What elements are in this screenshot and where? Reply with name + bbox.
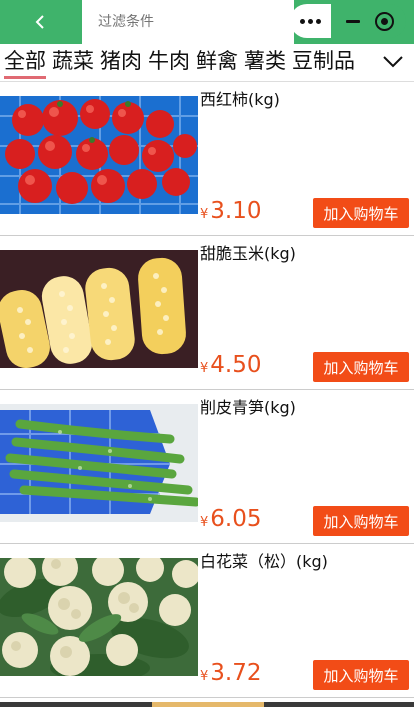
product-name: 削皮青笋(kg) [200, 398, 296, 417]
bottom-scroll-indicator [0, 702, 414, 707]
add-to-cart-button[interactable]: 加入购物车 [313, 506, 409, 536]
price-value: 3.10 [210, 198, 262, 224]
navigation-bar [0, 0, 414, 44]
category-tab[interactable]: 全部 [0, 44, 46, 79]
currency-symbol: ¥ [200, 207, 209, 222]
price-value: 3.72 [210, 660, 262, 686]
category-tab[interactable]: 牛肉 [144, 44, 190, 78]
product-name: 甜脆玉米(kg) [200, 244, 296, 263]
product-item[interactable]: 西红柿(kg) ¥ 3.10 加入购物车 [0, 82, 414, 236]
category-tab[interactable]: 薯类 [240, 44, 286, 78]
chevron-left-icon [35, 15, 44, 29]
more-dots-icon [300, 18, 321, 24]
product-item[interactable]: 削皮青笋(kg) ¥ 6.05 加入购物车 [0, 390, 414, 544]
category-tabs: 全部 蔬菜 猪肉 牛肉 鲜禽 薯类 豆制品 [0, 44, 414, 82]
close-button[interactable] [370, 7, 398, 35]
back-button[interactable] [0, 0, 82, 44]
product-item[interactable]: 甜脆玉米(kg) ¥ 4.50 加入购物车 [0, 236, 414, 390]
category-tab[interactable]: 豆制品 [288, 44, 355, 78]
price-value: 4.50 [210, 352, 262, 378]
record-circle-icon [374, 11, 394, 31]
product-name: 西红柿(kg) [200, 90, 280, 109]
product-list: 西红柿(kg) ¥ 3.10 加入购物车 甜脆玉米(kg) ¥ 4.50 加入购… [0, 82, 414, 698]
product-price: ¥ 4.50 [200, 352, 262, 378]
more-button[interactable] [290, 4, 331, 38]
category-tab[interactable]: 猪肉 [96, 44, 142, 78]
category-tab-list[interactable]: 全部 蔬菜 猪肉 牛肉 鲜禽 薯类 豆制品 [0, 44, 368, 82]
search-box[interactable] [82, 0, 294, 44]
product-price: ¥ 3.72 [200, 660, 262, 686]
category-tab[interactable]: 蔬菜 [48, 44, 94, 78]
chevron-down-icon [383, 56, 403, 68]
category-tab[interactable]: 鲜禽 [192, 44, 238, 78]
product-price: ¥ 6.05 [200, 506, 262, 532]
minimize-button[interactable] [339, 7, 367, 35]
capsule-menu [290, 4, 406, 38]
filter-input[interactable] [98, 14, 294, 30]
currency-symbol: ¥ [200, 669, 209, 684]
price-value: 6.05 [210, 506, 262, 532]
add-to-cart-button[interactable]: 加入购物车 [313, 198, 409, 228]
expand-categories-button[interactable] [380, 48, 406, 76]
add-to-cart-button[interactable]: 加入购物车 [313, 352, 409, 382]
minimize-icon [345, 19, 360, 23]
add-to-cart-button[interactable]: 加入购物车 [313, 660, 409, 690]
product-image-corn[interactable] [0, 250, 198, 368]
product-image-tomatoes[interactable] [0, 96, 198, 214]
product-name: 白花菜（松）(kg) [200, 552, 328, 571]
currency-symbol: ¥ [200, 361, 209, 376]
product-item[interactable]: 白花菜（松）(kg) ¥ 3.72 加入购物车 [0, 544, 414, 698]
currency-symbol: ¥ [200, 515, 209, 530]
product-price: ¥ 3.10 [200, 198, 262, 224]
product-image-lettuce-stem[interactable] [0, 404, 198, 522]
product-image-cauliflower[interactable] [0, 558, 198, 676]
